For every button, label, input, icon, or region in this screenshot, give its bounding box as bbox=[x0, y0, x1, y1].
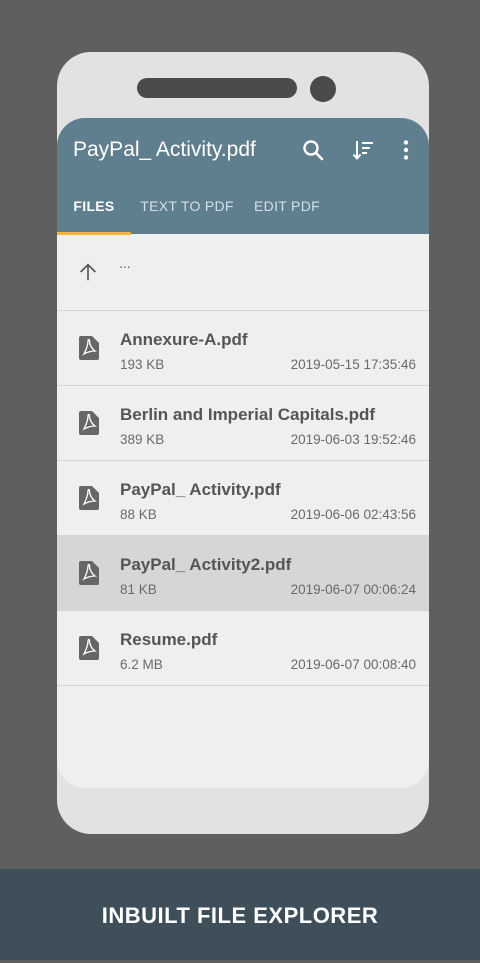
tab-text-to-pdf[interactable]: TEXT TO PDF bbox=[137, 188, 237, 234]
pdf-file-icon bbox=[79, 411, 99, 435]
pdf-file-icon bbox=[79, 561, 99, 585]
parent-directory-label: ... bbox=[119, 255, 131, 271]
file-name: PayPal_ Activity.pdf bbox=[120, 480, 281, 499]
tab-files[interactable]: FILES bbox=[57, 188, 131, 234]
file-name: Berlin and Imperial Capitals.pdf bbox=[120, 405, 376, 424]
parent-directory-row[interactable]: ... bbox=[57, 235, 429, 311]
pdf-file-icon bbox=[79, 636, 99, 660]
phone-frame: PayPal_ Activity.pdf FILES TEXT TO PDF E… bbox=[57, 52, 429, 834]
app-screen: PayPal_ Activity.pdf FILES TEXT TO PDF E… bbox=[57, 118, 429, 788]
tab-bar: FILES TEXT TO PDF EDIT PDF bbox=[57, 188, 429, 234]
arrow-up-icon bbox=[80, 263, 96, 281]
file-size: 389 KB bbox=[120, 432, 165, 447]
file-size: 81 KB bbox=[120, 582, 157, 597]
file-name: Annexure-A.pdf bbox=[120, 330, 248, 349]
pdf-file-icon bbox=[79, 336, 99, 360]
file-date: 2019-06-06 02:43:56 bbox=[290, 507, 416, 522]
file-name: Resume.pdf bbox=[120, 630, 218, 649]
file-date: 2019-06-07 00:08:40 bbox=[290, 657, 416, 672]
file-row[interactable]: Resume.pdf 6.2 MB 2019-06-07 00:08:40 bbox=[57, 611, 429, 686]
file-size: 193 KB bbox=[120, 357, 165, 372]
tab-edit-pdf[interactable]: EDIT PDF bbox=[247, 188, 327, 234]
file-size: 88 KB bbox=[120, 507, 157, 522]
file-row[interactable]: PayPal_ Activity.pdf 88 KB 2019-06-06 02… bbox=[57, 461, 429, 536]
phone-camera bbox=[310, 76, 336, 102]
more-vert-icon[interactable] bbox=[394, 138, 418, 162]
file-date: 2019-06-03 19:52:46 bbox=[290, 432, 416, 447]
file-row[interactable]: Berlin and Imperial Capitals.pdf 389 KB … bbox=[57, 386, 429, 461]
banner-caption: INBUILT FILE EXPLORER bbox=[101, 903, 379, 928]
pdf-file-icon bbox=[79, 486, 99, 510]
file-size: 6.2 MB bbox=[120, 657, 163, 672]
app-bar: PayPal_ Activity.pdf FILES TEXT TO PDF E… bbox=[57, 118, 429, 235]
promo-banner: INBUILT FILE EXPLORER bbox=[0, 869, 480, 960]
file-row-selected[interactable]: PayPal_ Activity2.pdf 81 KB 2019-06-07 0… bbox=[57, 536, 429, 611]
file-name: PayPal_ Activity2.pdf bbox=[120, 555, 292, 574]
file-list: Annexure-A.pdf 193 KB 2019-05-15 17:35:4… bbox=[57, 311, 429, 686]
app-title: PayPal_ Activity.pdf bbox=[73, 138, 256, 161]
file-row[interactable]: Annexure-A.pdf 193 KB 2019-05-15 17:35:4… bbox=[57, 311, 429, 386]
file-date: 2019-05-15 17:35:46 bbox=[290, 357, 416, 372]
phone-speaker bbox=[137, 78, 297, 98]
file-date: 2019-06-07 00:06:24 bbox=[290, 582, 416, 597]
search-icon[interactable] bbox=[301, 138, 325, 162]
sort-icon[interactable] bbox=[351, 138, 375, 162]
